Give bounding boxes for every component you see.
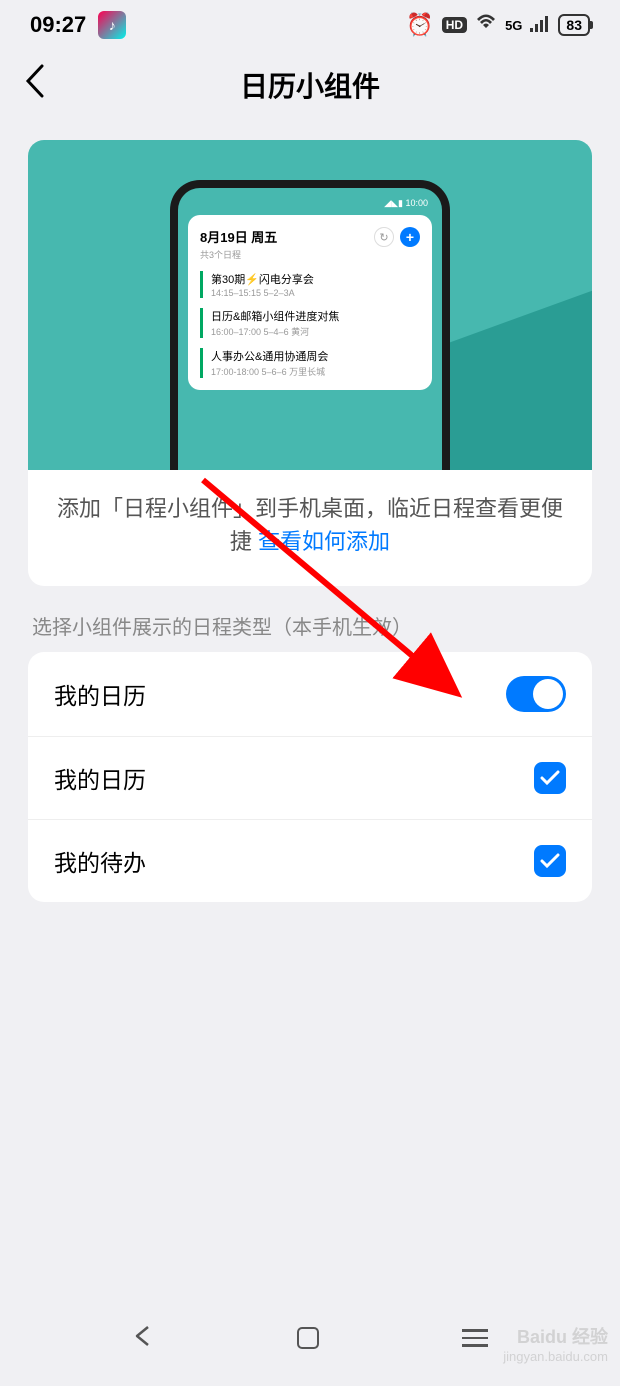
network-label: 5G xyxy=(505,18,522,33)
watermark-url: jingyan.baidu.com xyxy=(503,1349,608,1364)
wifi-icon xyxy=(475,12,497,38)
page-title: 日历小组件 xyxy=(240,65,380,105)
event-time: 16:00–17:00 5–4–6 黄河 xyxy=(211,325,420,338)
nav-home-button[interactable] xyxy=(297,1327,319,1349)
event-item: 日历&邮箱小组件进度对焦 16:00–17:00 5–4–6 黄河 xyxy=(200,308,420,338)
watermark-logo: Baidu 经验 xyxy=(503,1323,608,1349)
widget-preview: 8月19日 周五 共3个日程 ↻ + 第30期⚡闪电分享会 14:15–15:1… xyxy=(188,215,432,390)
phone-preview: ◢◣▮ 10:00 8月19日 周五 共3个日程 ↻ + 第30期⚡闪电分享会 … xyxy=(28,140,592,470)
preview-description: 添加「日程小组件」到手机桌面，临近日程查看更便捷 查看如何添加 xyxy=(28,470,592,586)
preview-card: ◢◣▮ 10:00 8月19日 周五 共3个日程 ↻ + 第30期⚡闪电分享会 … xyxy=(28,140,592,586)
settings-card: 我的日历 我的日历 我的待办 xyxy=(28,652,592,902)
signal-icon xyxy=(530,12,550,38)
refresh-icon: ↻ xyxy=(374,227,394,247)
add-icon: + xyxy=(400,227,420,247)
event-title: 人事办公&通用协通周会 xyxy=(211,348,420,364)
widget-count: 共3个日程 xyxy=(200,248,277,261)
status-time: 09:27 xyxy=(30,12,86,38)
mock-status-bar: ◢◣▮ 10:00 xyxy=(188,196,432,211)
setting-label: 我的日历 xyxy=(54,677,146,711)
setting-my-todo-check: 我的待办 xyxy=(28,820,592,902)
event-item: 第30期⚡闪电分享会 14:15–15:15 5–2–3A xyxy=(200,271,420,298)
how-to-add-link[interactable]: 查看如何添加 xyxy=(258,529,390,554)
event-time: 14:15–15:15 5–2–3A xyxy=(211,288,420,298)
back-button[interactable] xyxy=(25,64,45,107)
setting-label: 我的日历 xyxy=(54,761,146,795)
phone-mockup: ◢◣▮ 10:00 8月19日 周五 共3个日程 ↻ + 第30期⚡闪电分享会 … xyxy=(170,180,450,470)
event-time: 17:00-18:00 5–6–6 万里长城 xyxy=(211,365,420,378)
setting-my-calendar-toggle: 我的日历 xyxy=(28,652,592,737)
event-title: 第30期⚡闪电分享会 xyxy=(211,271,420,287)
event-title: 日历&邮箱小组件进度对焦 xyxy=(211,308,420,324)
toggle-switch[interactable] xyxy=(506,676,566,712)
widget-date: 8月19日 周五 xyxy=(200,227,277,246)
battery-indicator: 83 xyxy=(558,14,590,36)
section-label: 选择小组件展示的日程类型（本手机生效） xyxy=(32,611,588,640)
event-item: 人事办公&通用协通周会 17:00-18:00 5–6–6 万里长城 xyxy=(200,348,420,378)
nav-recents-button[interactable] xyxy=(462,1329,488,1347)
hd-badge: HD xyxy=(442,17,467,33)
setting-my-calendar-check: 我的日历 xyxy=(28,737,592,820)
watermark: Baidu 经验 jingyan.baidu.com xyxy=(503,1323,608,1364)
nav-back-button[interactable] xyxy=(132,1322,154,1354)
setting-label: 我的待办 xyxy=(54,844,146,878)
tiktok-app-icon: ♪ xyxy=(98,11,126,39)
alarm-icon: ⏰ xyxy=(406,12,433,38)
page-header: 日历小组件 xyxy=(0,50,620,120)
status-bar: 09:27 ♪ ⏰ HD 5G 83 xyxy=(0,0,620,50)
checkbox[interactable] xyxy=(534,762,566,794)
checkbox[interactable] xyxy=(534,845,566,877)
